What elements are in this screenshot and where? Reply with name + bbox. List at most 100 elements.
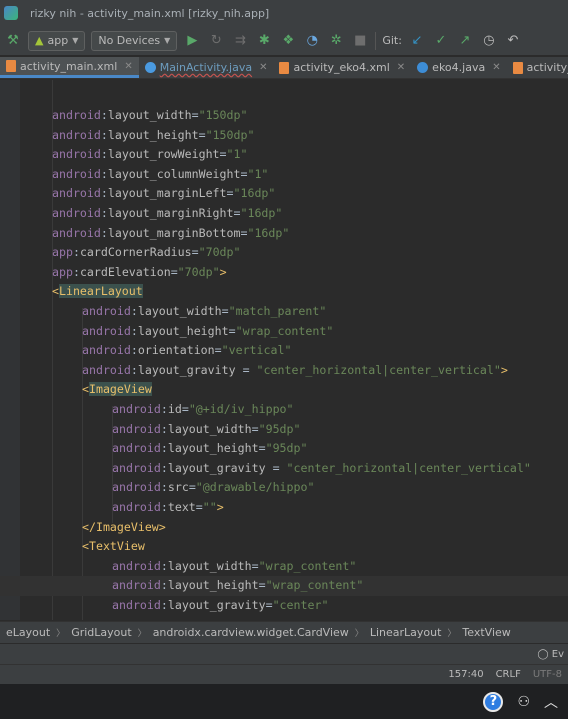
apply-changes-icon[interactable]: ↻ bbox=[207, 32, 225, 50]
code-token: : bbox=[160, 480, 168, 495]
code-token: android bbox=[112, 480, 161, 495]
code-token: android bbox=[82, 304, 131, 318]
code-text: android:layout_gravity="center" bbox=[112, 596, 328, 616]
chevron-down-icon: ▼ bbox=[72, 36, 79, 45]
tab-label: MainActivity.java bbox=[159, 61, 253, 74]
tab-mainactivity-java[interactable]: MainActivity.java ✕ bbox=[139, 57, 274, 78]
java-class-icon bbox=[417, 62, 429, 73]
revert-icon[interactable]: ↶ bbox=[504, 32, 522, 50]
code-token: : bbox=[160, 578, 168, 593]
code-text: android:layout_rowWeight="1" bbox=[52, 145, 247, 165]
code-text: <TextView bbox=[82, 537, 145, 557]
code-token: < bbox=[82, 539, 89, 554]
file-encoding[interactable]: UTF-8 bbox=[533, 669, 562, 680]
code-token: "wrap_content" bbox=[258, 558, 357, 573]
code-token: text bbox=[167, 500, 196, 514]
close-icon[interactable]: ✕ bbox=[397, 62, 405, 73]
code-token: android bbox=[82, 323, 131, 338]
code-token: layout_width bbox=[137, 304, 222, 318]
code-text: app:cardElevation="70dp"> bbox=[52, 263, 227, 283]
code-token: = bbox=[265, 598, 273, 612]
git-commit-icon[interactable]: ✓ bbox=[432, 32, 450, 50]
code-text: android:layout_width="wrap_content" bbox=[112, 557, 356, 577]
tab-label: activity_main.xml bbox=[20, 59, 118, 73]
code-token: = bbox=[228, 323, 236, 338]
git-update-icon[interactable]: ↙ bbox=[408, 32, 426, 50]
line-separator[interactable]: CRLF bbox=[496, 669, 521, 680]
run-icon[interactable]: ▶ bbox=[183, 32, 201, 50]
code-token: = bbox=[195, 500, 203, 514]
close-icon[interactable]: ✕ bbox=[259, 62, 267, 73]
code-line[interactable]: android:layout_height="wrap_content" bbox=[0, 576, 568, 596]
java-class-icon bbox=[144, 62, 156, 73]
hammer-icon[interactable]: ⚒ bbox=[4, 32, 22, 50]
breadcrumb-item[interactable]: LinearLayout bbox=[364, 626, 448, 639]
breadcrumb-item[interactable]: eLayout bbox=[0, 626, 56, 639]
code-token: cardCornerRadius bbox=[79, 245, 192, 260]
chevron-right-icon: 〉 bbox=[447, 629, 457, 639]
tab-label: activity_eko5 bbox=[526, 61, 568, 74]
attach-debugger-icon[interactable]: ✲ bbox=[327, 32, 345, 50]
code-token: : bbox=[160, 441, 168, 456]
tab-eko4-java[interactable]: eko4.java ✕ bbox=[411, 57, 506, 78]
people-icon[interactable]: ⚇ bbox=[517, 694, 530, 710]
code-text: android:layout_columnWeight="1" bbox=[52, 165, 268, 185]
debug-icon[interactable]: ✱ bbox=[255, 32, 273, 50]
code-token: "70dp" bbox=[198, 245, 241, 260]
profiler-gauge-icon[interactable]: ◔ bbox=[303, 32, 321, 50]
code-token: layout_gravity bbox=[167, 460, 266, 475]
apply-code-changes-icon[interactable]: ⇉ bbox=[231, 32, 249, 50]
android-studio-logo-icon bbox=[4, 6, 18, 20]
code-token: = bbox=[170, 264, 178, 279]
breadcrumb-item[interactable]: androidx.cardview.widget.CardView bbox=[147, 626, 355, 639]
code-token: </ bbox=[82, 519, 96, 534]
close-icon[interactable]: ✕ bbox=[492, 62, 500, 73]
chevron-right-icon: 〉 bbox=[354, 629, 364, 639]
code-token: layout_height bbox=[167, 441, 259, 456]
code-text: android:layout_marginRight="16dp" bbox=[52, 204, 282, 224]
code-token: android bbox=[112, 500, 161, 514]
code-token: android bbox=[52, 147, 101, 162]
code-text: android:id="@+id/iv_hippo" bbox=[112, 400, 294, 420]
code-token: android bbox=[112, 460, 161, 475]
code-text: android:text=""> bbox=[112, 498, 224, 518]
git-label: Git: bbox=[382, 34, 402, 47]
code-text: <ImageView bbox=[82, 380, 152, 400]
breadcrumb-item[interactable]: GridLayout bbox=[65, 626, 137, 639]
code-token: "wrap_content" bbox=[265, 578, 364, 593]
code-token: "1" bbox=[247, 166, 269, 181]
code-token: : bbox=[100, 225, 108, 240]
device-dropdown[interactable]: No Devices ▼ bbox=[91, 30, 178, 51]
tab-activity-eko5[interactable]: activity_eko5 bbox=[507, 57, 568, 78]
code-token: : bbox=[72, 264, 80, 279]
xml-file-icon bbox=[512, 61, 523, 74]
code-token: layout_marginBottom bbox=[107, 225, 241, 240]
git-push-icon[interactable]: ↗ bbox=[456, 32, 474, 50]
code-token: "center_horizontal|center_vertical" bbox=[256, 362, 501, 377]
tool-window-strip: ◯ Ev bbox=[0, 644, 568, 664]
code-token: "wrap_content" bbox=[235, 323, 334, 338]
tab-activity-eko4-xml[interactable]: activity_eko4.xml ✕ bbox=[273, 57, 411, 78]
code-token: layout_width bbox=[167, 421, 252, 436]
profile-icon[interactable]: ❖ bbox=[279, 32, 297, 50]
code-token: = bbox=[265, 460, 287, 475]
history-icon[interactable]: ◷ bbox=[480, 32, 498, 50]
code-editor[interactable]: android:layout_width="150dp" android:layo… bbox=[0, 80, 568, 620]
help-icon[interactable]: ? bbox=[483, 691, 504, 712]
code-token: : bbox=[130, 304, 138, 318]
chevron-up-icon[interactable]: ︿ bbox=[544, 692, 558, 712]
breadcrumb-item[interactable]: TextView bbox=[456, 626, 516, 639]
device-label: No Devices bbox=[98, 34, 161, 47]
code-token: : bbox=[100, 108, 108, 122]
code-token: = bbox=[251, 421, 259, 436]
run-config-dropdown[interactable]: ▲ app ▼ bbox=[28, 30, 86, 51]
stop-icon[interactable]: ■ bbox=[351, 32, 369, 50]
code-token: : bbox=[100, 127, 108, 142]
code-token: = bbox=[251, 558, 259, 573]
code-token: = bbox=[188, 480, 196, 495]
caret-position[interactable]: 157:40 bbox=[448, 669, 483, 680]
close-icon[interactable]: ✕ bbox=[124, 61, 132, 72]
code-token: TextView bbox=[88, 539, 145, 554]
tab-activity-main-xml[interactable]: activity_main.xml ✕ bbox=[0, 57, 139, 78]
event-log-button[interactable]: ◯ Ev bbox=[537, 649, 564, 660]
